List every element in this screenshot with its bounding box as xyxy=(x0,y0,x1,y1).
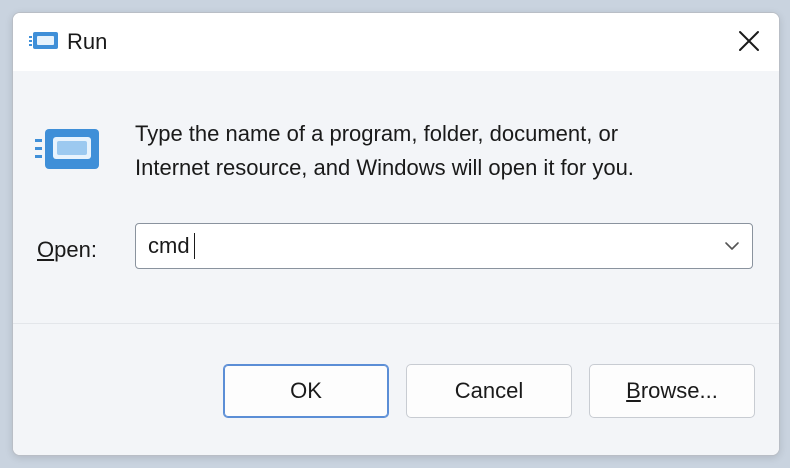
browse-button[interactable]: Browse... xyxy=(589,364,755,418)
description-text: Type the name of a program, folder, docu… xyxy=(135,117,755,185)
description-line-2: Internet resource, and Windows will open… xyxy=(135,155,634,180)
run-icon xyxy=(29,32,58,49)
open-label-rest: pen: xyxy=(54,237,97,262)
chevron-down-icon[interactable] xyxy=(722,236,742,256)
open-input[interactable] xyxy=(136,224,696,268)
cancel-button-label: Cancel xyxy=(454,378,524,403)
open-combobox[interactable] xyxy=(135,223,753,269)
window-title: Run xyxy=(67,29,108,54)
run-dialog: Run Type the name of a program, folder, … xyxy=(12,12,780,456)
open-label-mnemonic: O xyxy=(37,237,55,262)
text-caret xyxy=(194,233,195,259)
run-icon xyxy=(35,129,99,169)
button-bar: OK Cancel Browse... xyxy=(13,323,779,455)
cancel-button[interactable]: Cancel xyxy=(406,364,572,418)
close-icon xyxy=(739,31,759,51)
ok-button-label: OK xyxy=(290,378,322,403)
close-button[interactable] xyxy=(727,21,771,61)
open-label: Open: xyxy=(37,237,97,263)
ok-button[interactable]: OK xyxy=(223,364,389,418)
browse-mnemonic: B xyxy=(626,378,641,403)
title-bar: Run xyxy=(13,13,779,71)
browse-button-label: rowse... xyxy=(640,378,718,403)
dialog-content: Type the name of a program, folder, docu… xyxy=(13,71,779,323)
description-line-1: Type the name of a program, folder, docu… xyxy=(135,121,619,146)
